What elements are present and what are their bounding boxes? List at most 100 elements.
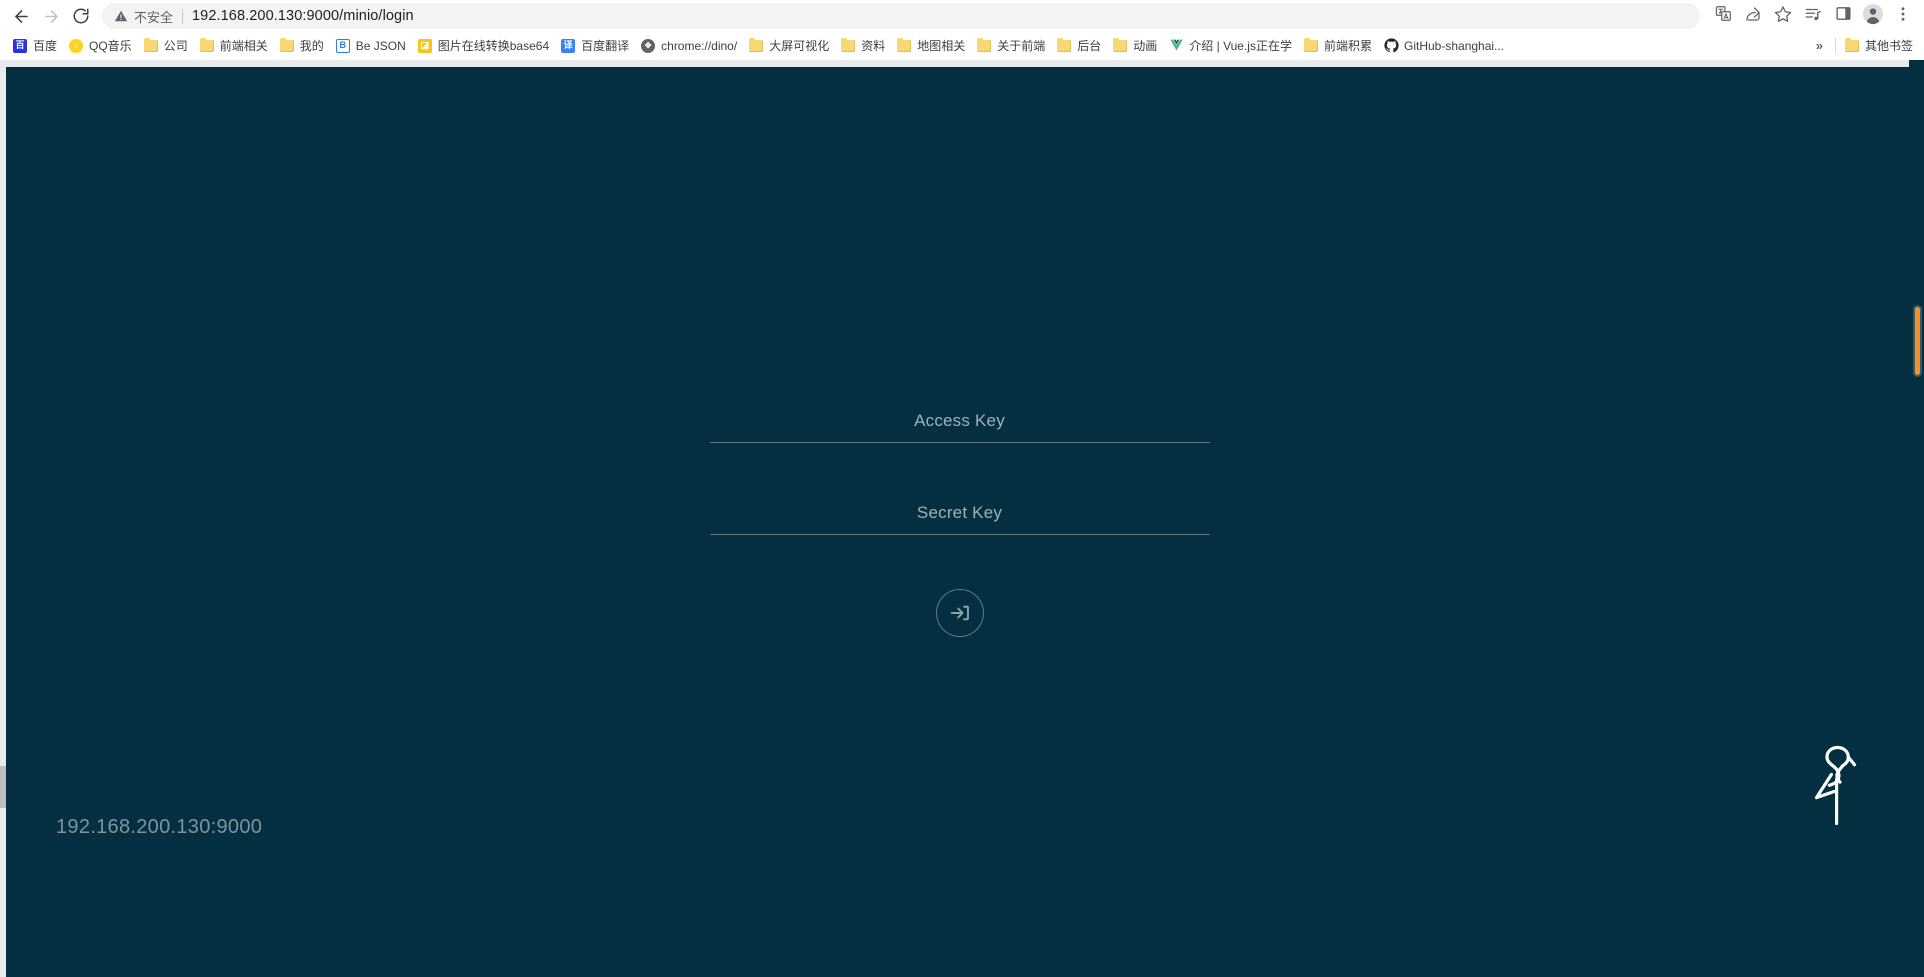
- bookmark-label: 后台: [1077, 39, 1102, 53]
- page-scrollbar-thumb[interactable]: [1913, 305, 1922, 377]
- bookmark-item[interactable]: 译百度翻译: [556, 35, 636, 57]
- bookmark-item[interactable]: 公司: [139, 35, 195, 57]
- folder-icon: [748, 37, 764, 54]
- bookmark-label: 我的: [299, 39, 324, 53]
- address-bar[interactable]: 不安全 192.168.200.130:9000/minio/login: [102, 3, 1700, 29]
- bookmark-label: chrome://dino/: [661, 38, 738, 53]
- access-key-input[interactable]: [709, 405, 1210, 443]
- folder-icon: [279, 37, 295, 54]
- arrow-forward-icon: [42, 7, 61, 26]
- chrome-menu-icon: [1894, 5, 1912, 28]
- bookmark-label: Be JSON: [355, 38, 406, 53]
- bookmarks-overflow-button[interactable]: »: [1808, 38, 1831, 53]
- side-panel-button[interactable]: [1828, 1, 1858, 31]
- profile-button[interactable]: [1858, 1, 1888, 31]
- bookmark-label: GitHub-shanghai...: [1404, 38, 1505, 53]
- bookmark-item[interactable]: 资料: [836, 35, 892, 57]
- bookmark-label: 资料: [861, 39, 886, 53]
- other-bookmarks-label: 其他书签: [1864, 39, 1913, 53]
- bookmark-label: 关于前端: [997, 39, 1046, 53]
- github-icon: [1383, 38, 1399, 54]
- bookmark-item[interactable]: 动画: [1108, 35, 1164, 57]
- profile-avatar-icon: [1862, 3, 1884, 30]
- browser-toolbar: 不安全 192.168.200.130:9000/minio/login: [0, 0, 1924, 32]
- sign-in-icon: [949, 602, 971, 624]
- bejson-icon: B: [335, 38, 351, 54]
- reading-list-button[interactable]: [1798, 1, 1828, 31]
- folder-icon: [976, 37, 992, 54]
- minio-login-page: 192.168.200.130:9000: [6, 67, 1913, 977]
- bookmark-label: 大屏可视化: [769, 39, 830, 53]
- baidu-fanyi-icon: 译: [560, 38, 576, 54]
- bookmark-label: 动画: [1133, 39, 1158, 53]
- page-viewport: 192.168.200.130:9000: [0, 60, 1924, 977]
- bookmark-label: 介绍 | Vue.js正在学: [1189, 39, 1292, 53]
- bookmark-label: 公司: [163, 39, 188, 53]
- share-button[interactable]: [1738, 1, 1768, 31]
- other-bookmarks-button[interactable]: 其他书签: [1840, 35, 1920, 57]
- bookmark-item[interactable]: B Be JSON: [331, 35, 413, 57]
- bookmark-item[interactable]: GitHub-shanghai...: [1379, 35, 1511, 57]
- bookmark-label: 百度翻译: [581, 39, 630, 53]
- bookmark-label: 地图相关: [917, 39, 966, 53]
- bookmark-label: 前端相关: [219, 39, 268, 53]
- bookmarks-divider: [1834, 37, 1836, 54]
- bookmark-item[interactable]: ✥ chrome://dino/: [636, 35, 744, 57]
- folder-icon: [1844, 37, 1860, 54]
- bookmark-label: 前端积累: [1323, 39, 1372, 53]
- login-submit-button[interactable]: [935, 589, 984, 637]
- login-button-row: [710, 589, 1210, 637]
- login-form: [709, 405, 1210, 637]
- bookmark-item[interactable]: 前端相关: [195, 35, 275, 57]
- globe-icon: ✥: [640, 38, 656, 54]
- folder-icon: [1303, 37, 1319, 54]
- reload-button[interactable]: [66, 1, 96, 31]
- baidu-icon: 百: [12, 38, 28, 54]
- vuejs-icon: [1168, 38, 1184, 54]
- bookmark-star-icon: [1774, 5, 1792, 28]
- translate-button[interactable]: [1708, 1, 1738, 31]
- forward-button[interactable]: [36, 1, 66, 31]
- bookmark-item[interactable]: 百百度: [8, 35, 64, 57]
- chrome-menu-button[interactable]: [1888, 1, 1918, 31]
- bookmark-label: 百度: [33, 39, 58, 53]
- bookmark-item[interactable]: ♪ QQ音乐: [64, 35, 139, 57]
- side-panel-icon: [1835, 5, 1852, 27]
- access-key-field: [709, 405, 1210, 443]
- server-address-label: 192.168.200.130:9000: [56, 816, 263, 838]
- bookmark-item[interactable]: 前端积累: [1299, 35, 1379, 57]
- security-status-label: 不安全: [134, 9, 174, 25]
- folder-icon: [840, 37, 856, 54]
- folder-icon: [1056, 37, 1072, 54]
- bookmark-item[interactable]: 我的: [275, 35, 331, 57]
- toolbar-actions: [1708, 1, 1918, 31]
- translate-icon: [1715, 5, 1732, 27]
- folder-icon: [896, 37, 912, 54]
- bookmark-button[interactable]: [1768, 1, 1798, 31]
- not-secure-warning-icon: [114, 9, 128, 23]
- bookmark-item[interactable]: 地图相关: [892, 35, 972, 57]
- bookmark-item[interactable]: 介绍 | Vue.js正在学: [1164, 35, 1299, 57]
- folder-icon: [199, 37, 215, 54]
- secret-key-field: [709, 497, 1210, 535]
- qq-music-icon: ♪: [68, 38, 84, 54]
- bookmark-item[interactable]: 大屏可视化: [744, 35, 836, 57]
- bookmark-item[interactable]: 后台: [1052, 35, 1108, 57]
- bookmark-label: QQ音乐: [89, 39, 132, 53]
- back-button[interactable]: [6, 1, 36, 31]
- omnibox-divider: [182, 8, 184, 24]
- folder-icon: [1112, 37, 1128, 54]
- folder-icon: [143, 37, 159, 54]
- browser-chrome: 不安全 192.168.200.130:9000/minio/login 百 百…: [0, 0, 1924, 60]
- bookmark-item[interactable]: 关于前端: [972, 35, 1052, 57]
- bookmark-label: 图片在线转换base64: [437, 39, 550, 53]
- bookmark-item[interactable]: ◪ 图片在线转换base64: [413, 35, 556, 57]
- reading-list-icon: [1804, 5, 1822, 28]
- secret-key-input[interactable]: [709, 497, 1210, 535]
- minio-flamingo-logo: [1807, 741, 1865, 827]
- address-bar-url: 192.168.200.130:9000/minio/login: [192, 8, 414, 24]
- arrow-back-icon: [12, 7, 31, 26]
- page-scrollbar-track[interactable]: [1909, 60, 1924, 977]
- image-base64-icon: ◪: [417, 38, 433, 54]
- reload-icon: [72, 7, 90, 25]
